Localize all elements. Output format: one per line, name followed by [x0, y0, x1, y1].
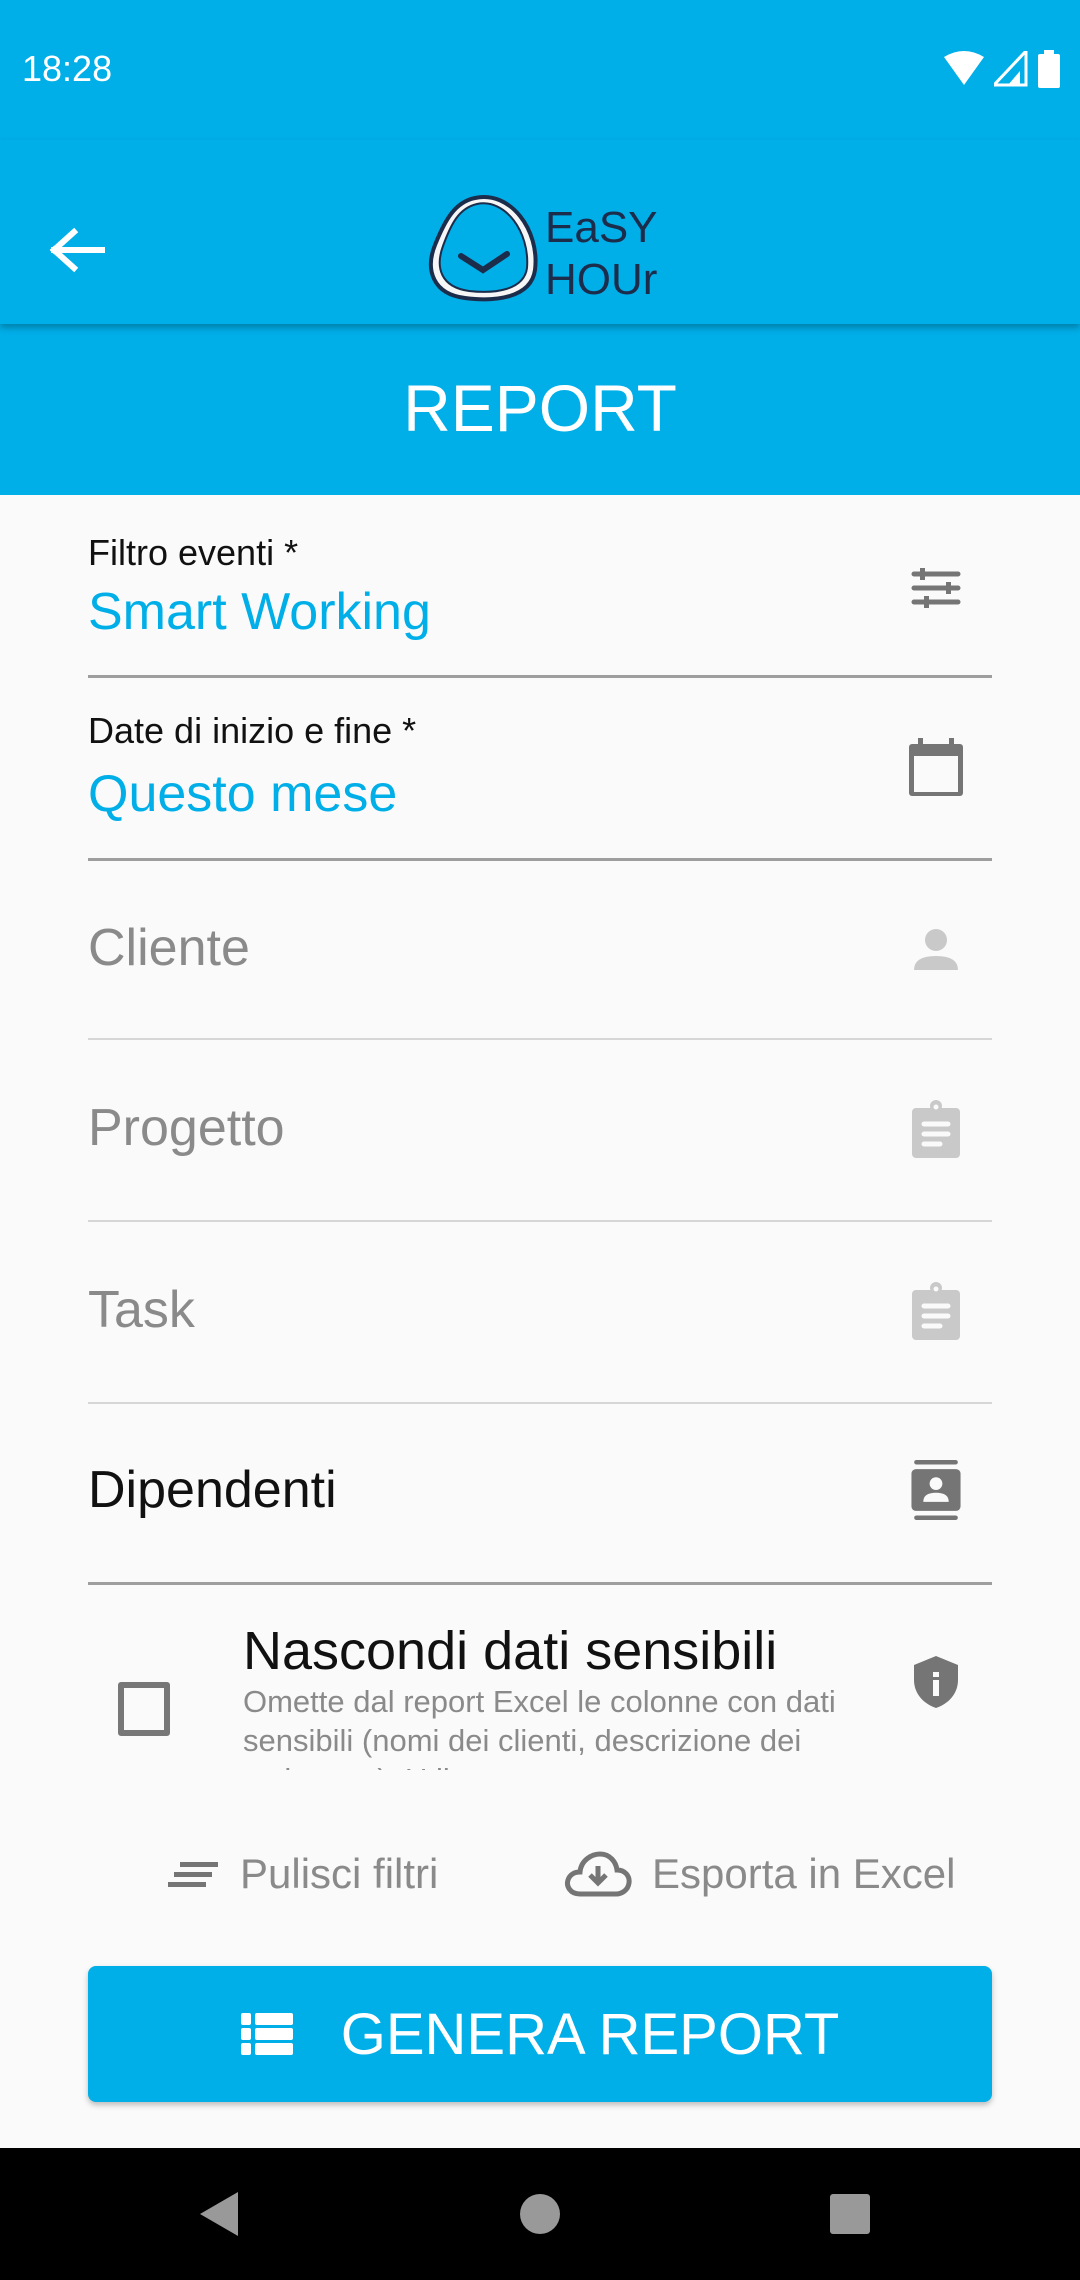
clipboard-icon	[912, 1100, 960, 1158]
logo-text-top: EaSY	[545, 203, 658, 252]
system-navigation-bar	[0, 2148, 1080, 2280]
back-arrow-icon[interactable]	[46, 222, 110, 278]
nav-back-icon[interactable]	[198, 2190, 242, 2238]
clipboard-icon	[912, 1282, 960, 1340]
hide-sensitive-data-option: Nascondi dati sensibili Omette dal repor…	[88, 1590, 992, 1770]
clear-filters-label: Pulisci filtri	[240, 1850, 439, 1897]
battery-icon	[1038, 50, 1060, 88]
nav-recents-icon[interactable]	[828, 2192, 872, 2236]
signal-icon	[994, 51, 1028, 87]
calendar-icon[interactable]	[906, 738, 966, 798]
shield-info-icon[interactable]	[906, 1652, 966, 1712]
task-field[interactable]: Task	[88, 1222, 992, 1404]
clear-filters-button[interactable]: Pulisci filtri	[168, 1850, 438, 1898]
export-excel-button[interactable]: Esporta in Excel	[564, 1850, 955, 1898]
date-range-value: Questo mese	[88, 765, 398, 823]
hide-sensitive-checkbox[interactable]	[118, 1682, 170, 1736]
export-excel-label: Esporta in Excel	[652, 1850, 956, 1897]
project-placeholder: Progetto	[88, 1099, 285, 1157]
event-filter-value: Smart Working	[88, 583, 431, 641]
contacts-icon[interactable]	[906, 1460, 966, 1520]
list-icon	[240, 2013, 293, 2055]
client-placeholder: Cliente	[88, 919, 250, 977]
page-title: REPORT	[403, 371, 677, 445]
tune-icon[interactable]	[906, 560, 966, 620]
project-field[interactable]: Progetto	[88, 1040, 992, 1222]
clear-all-icon	[168, 1862, 218, 1887]
page-header: REPORT	[0, 324, 1080, 495]
nav-home-icon[interactable]	[518, 2192, 562, 2236]
logo-text-bottom: HOUr	[545, 255, 657, 304]
status-bar: 18:28	[0, 0, 1080, 140]
generate-report-label: GENERA REPORT	[340, 2001, 840, 2067]
status-time: 18:28	[22, 48, 113, 89]
client-field[interactable]: Cliente	[88, 860, 992, 1040]
cloud-download-icon	[565, 1851, 632, 1897]
generate-report-button[interactable]: GENERA REPORT	[88, 1966, 992, 2102]
employees-placeholder: Dipendenti	[88, 1461, 337, 1519]
date-range-label: Date di inizio e fine *	[88, 710, 417, 751]
event-filter-label: Filtro eventi *	[88, 532, 299, 573]
wifi-icon	[944, 51, 984, 85]
date-range-field[interactable]: Date di inizio e fine * Questo mese	[88, 678, 992, 861]
hide-sensitive-title: Nascondi dati sensibili	[243, 1621, 778, 1681]
hide-sensitive-description: Omette dal report Excel le colonne con d…	[243, 1684, 836, 1770]
task-placeholder: Task	[88, 1281, 195, 1339]
easy-hour-logo: EaSY HOUr	[429, 194, 658, 304]
person-icon	[914, 929, 958, 970]
event-filter-field[interactable]: Filtro eventi * Smart Working	[88, 510, 992, 678]
employees-field[interactable]: Dipendenti	[88, 1404, 992, 1585]
